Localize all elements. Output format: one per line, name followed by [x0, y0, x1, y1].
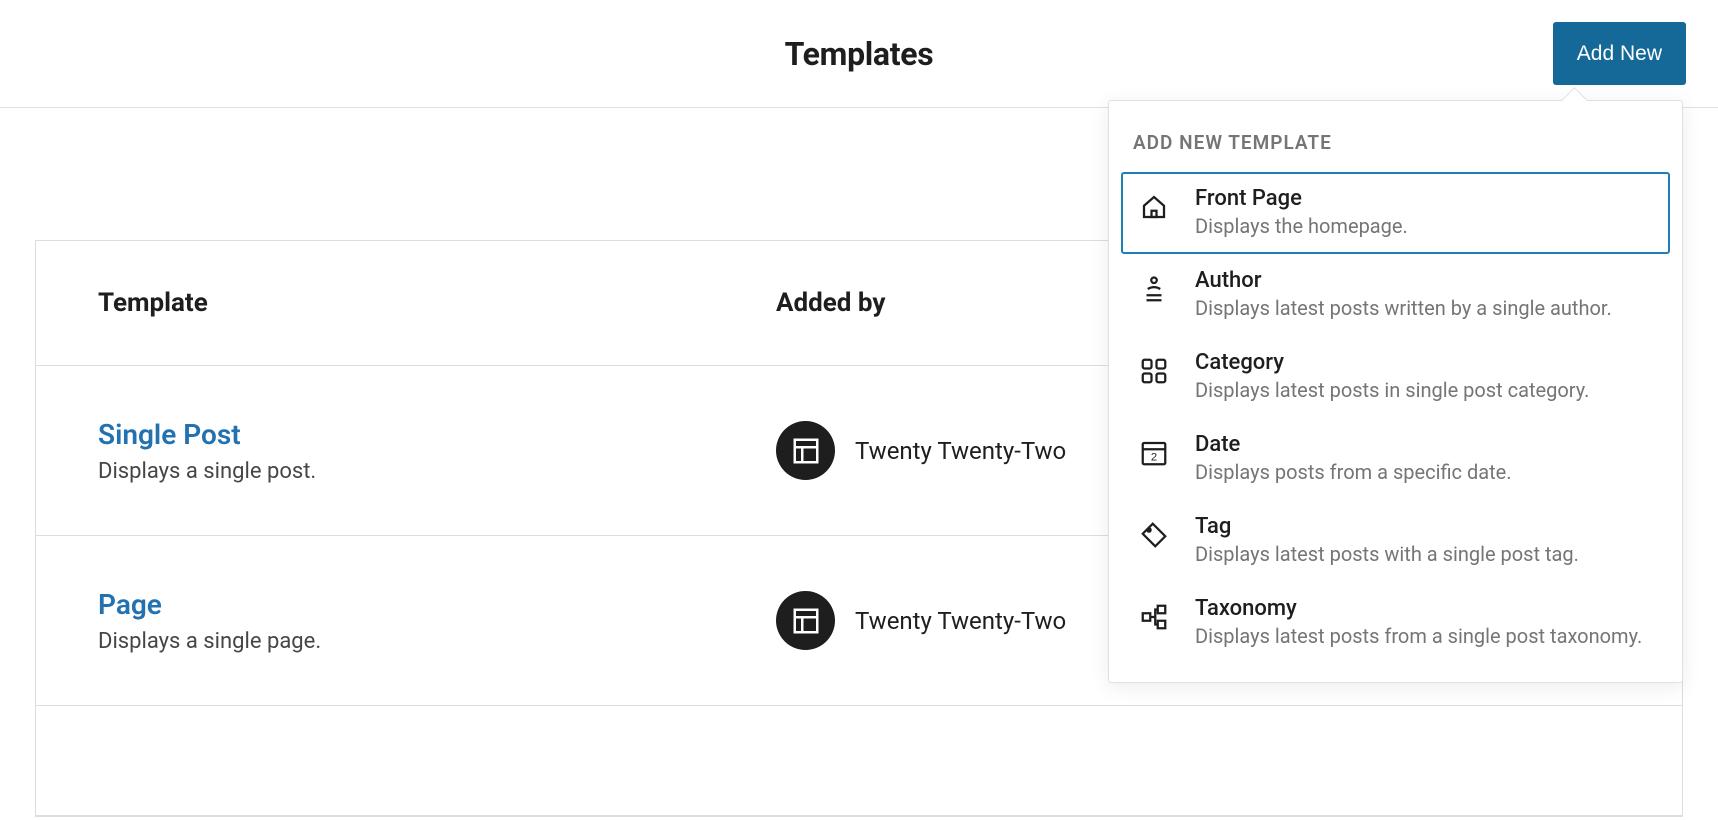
add-new-button[interactable]: Add New: [1553, 22, 1686, 85]
calendar-icon: 2: [1137, 436, 1171, 470]
table-row: [36, 706, 1682, 816]
taxonomy-icon: [1137, 600, 1171, 634]
add-new-template-popover: ADD NEW TEMPLATE Front Page Displays the…: [1108, 100, 1683, 683]
template-option-desc: Displays latest posts from a single post…: [1195, 623, 1654, 650]
page-title: Templates: [785, 35, 934, 73]
author-icon: [1137, 272, 1171, 306]
template-option-desc: Displays the homepage.: [1195, 213, 1654, 240]
category-icon: [1137, 354, 1171, 388]
template-option-body: Date Displays posts from a specific date…: [1195, 432, 1654, 486]
template-option-title: Category: [1195, 350, 1654, 375]
template-option-body: Category Displays latest posts in single…: [1195, 350, 1654, 404]
svg-text:2: 2: [1151, 452, 1157, 464]
template-option-front-page[interactable]: Front Page Displays the homepage.: [1121, 172, 1670, 254]
theme-icon: [776, 421, 835, 480]
cell-template: Page Displays a single page.: [36, 588, 776, 654]
popover-title: ADD NEW TEMPLATE: [1121, 119, 1670, 172]
added-by-theme: Twenty Twenty-Two: [855, 607, 1066, 635]
header-bar: Templates Add New: [0, 0, 1718, 108]
template-option-date[interactable]: 2 Date Displays posts from a specific da…: [1121, 418, 1670, 500]
template-option-title: Tag: [1195, 514, 1654, 539]
template-option-desc: Displays latest posts with a single post…: [1195, 541, 1654, 568]
template-option-title: Taxonomy: [1195, 596, 1654, 621]
template-option-body: Tag Displays latest posts with a single …: [1195, 514, 1654, 568]
template-option-taxonomy[interactable]: Taxonomy Displays latest posts from a si…: [1121, 582, 1670, 664]
template-option-author[interactable]: Author Displays latest posts written by …: [1121, 254, 1670, 336]
template-option-body: Taxonomy Displays latest posts from a si…: [1195, 596, 1654, 650]
template-description: Displays a single page.: [98, 629, 776, 654]
added-by-theme: Twenty Twenty-Two: [855, 437, 1066, 465]
template-option-title: Author: [1195, 268, 1654, 293]
template-title-link[interactable]: Page: [98, 588, 162, 621]
template-option-body: Front Page Displays the homepage.: [1195, 186, 1654, 240]
template-option-title: Date: [1195, 432, 1654, 457]
template-option-title: Front Page: [1195, 186, 1654, 211]
template-description: Displays a single post.: [98, 459, 776, 484]
template-option-desc: Displays posts from a specific date.: [1195, 459, 1654, 486]
home-icon: [1137, 190, 1171, 224]
theme-icon: [776, 591, 835, 650]
template-option-tag[interactable]: Tag Displays latest posts with a single …: [1121, 500, 1670, 582]
template-option-desc: Displays latest posts written by a singl…: [1195, 295, 1654, 322]
column-header-template: Template: [36, 288, 776, 318]
template-option-category[interactable]: Category Displays latest posts in single…: [1121, 336, 1670, 418]
template-option-body: Author Displays latest posts written by …: [1195, 268, 1654, 322]
template-title-link[interactable]: Single Post: [98, 418, 241, 451]
tag-icon: [1137, 518, 1171, 552]
template-option-desc: Displays latest posts in single post cat…: [1195, 377, 1654, 404]
cell-template: Single Post Displays a single post.: [36, 418, 776, 484]
